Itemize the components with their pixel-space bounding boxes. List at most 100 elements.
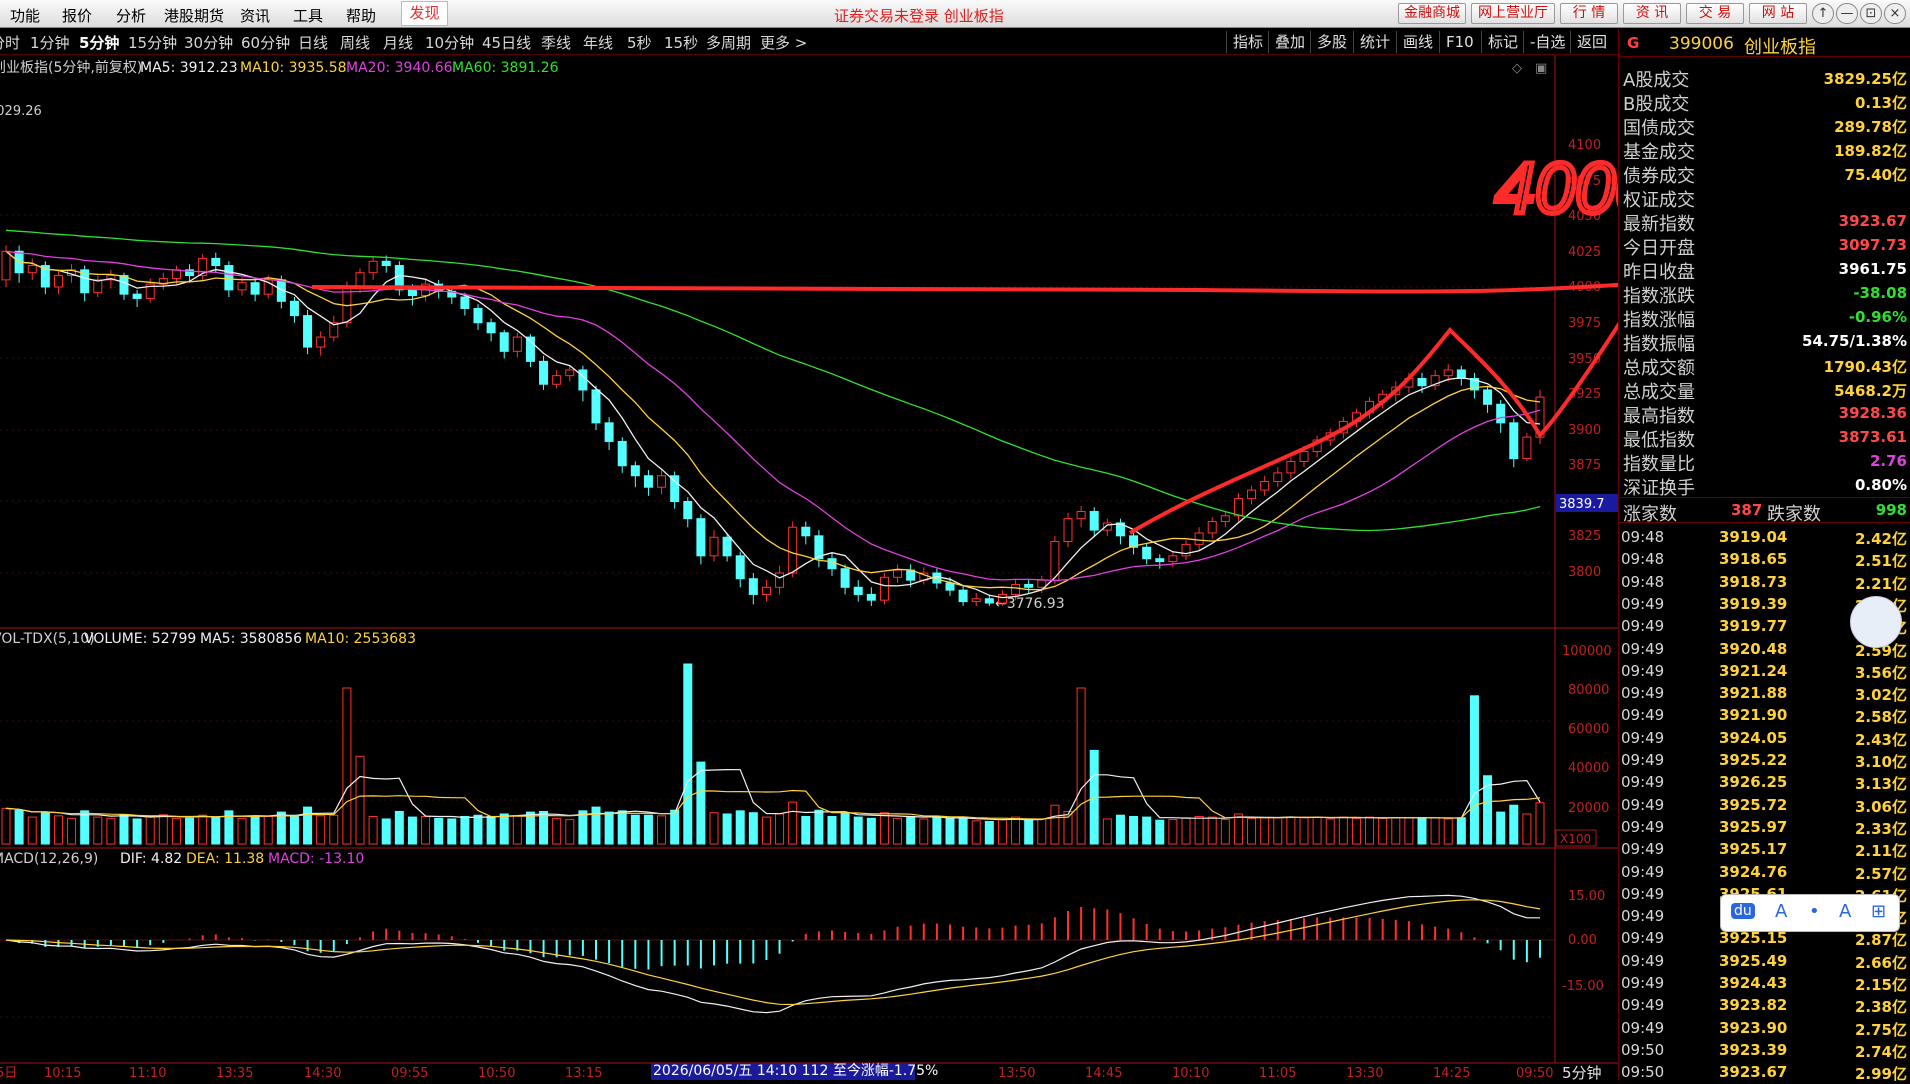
menu-news[interactable]: 资讯 xyxy=(240,5,270,26)
tool-draw-line[interactable]: 画线 xyxy=(1396,31,1433,53)
volume-tick: 60000 xyxy=(1568,722,1609,737)
trade-row[interactable]: 09:49 3925.22 3.10亿 xyxy=(1619,749,1910,771)
trade-time: 09:49 xyxy=(1621,951,1665,970)
period-15sec[interactable]: 15秒 xyxy=(664,32,698,53)
candle-body xyxy=(1233,498,1243,517)
period-10min[interactable]: 10分钟 xyxy=(425,32,474,53)
period-5sec[interactable]: 5秒 xyxy=(627,32,652,53)
volume-bar xyxy=(40,811,50,845)
panel-toggle-icon[interactable]: ▣ xyxy=(1535,61,1547,76)
volume-bar xyxy=(421,815,431,845)
restore-icon[interactable]: ⊡ xyxy=(1860,3,1882,24)
period-monthly[interactable]: 月线 xyxy=(383,32,413,53)
period-more[interactable]: 更多 > xyxy=(760,32,807,53)
finance-mall-button[interactable]: 金融商城 xyxy=(1398,3,1466,24)
period-60min[interactable]: 60分钟 xyxy=(241,32,290,53)
volume-bar xyxy=(748,812,758,845)
trade-row[interactable]: 09:48 3918.73 2.21亿 xyxy=(1619,571,1910,593)
trade-row[interactable]: 09:49 3924.43 2.15亿 xyxy=(1619,972,1910,994)
trade-row[interactable]: 09:49 3921.90 2.58亿 xyxy=(1619,704,1910,726)
tool-indicator[interactable]: 指标 xyxy=(1226,31,1263,53)
baidu-icon[interactable]: du xyxy=(1731,903,1755,919)
trade-row[interactable]: 09:49 3923.82 2.38亿 xyxy=(1619,994,1910,1016)
volume-bar xyxy=(158,814,168,845)
period-15min[interactable]: 15分钟 xyxy=(128,32,177,53)
info-button[interactable]: 资 讯 xyxy=(1623,3,1681,24)
dots-icon[interactable]: • xyxy=(1809,901,1820,922)
menu-hk-futures[interactable]: 港股期货 xyxy=(164,5,224,26)
trade-row[interactable]: 09:50 3923.39 2.74亿 xyxy=(1619,1039,1910,1061)
volume-bar xyxy=(276,811,286,845)
close-icon[interactable]: × xyxy=(1884,3,1906,24)
volume-bar xyxy=(565,819,575,845)
candle-body xyxy=(460,296,470,309)
trade-row[interactable]: 09:49 3925.49 2.66亿 xyxy=(1619,950,1910,972)
volume-bar xyxy=(447,818,457,845)
candle-body xyxy=(119,275,129,295)
trade-row[interactable]: 09:49 3926.25 3.13亿 xyxy=(1619,771,1910,793)
candle-body xyxy=(499,332,509,352)
quote-row-value: -38.08 xyxy=(1853,284,1907,302)
menu-function[interactable]: 功能 xyxy=(10,5,40,26)
period-daily[interactable]: 日线 xyxy=(298,32,328,53)
menu-help[interactable]: 帮助 xyxy=(346,5,376,26)
trade-row[interactable]: 09:49 3924.76 2.57亿 xyxy=(1619,861,1910,883)
trade-price: 3918.73 xyxy=(1719,572,1788,591)
candle-body xyxy=(1443,369,1453,377)
period-weekly[interactable]: 周线 xyxy=(340,32,370,53)
diamond-icon[interactable]: ◇ xyxy=(1512,61,1522,76)
trade-row[interactable]: 09:49 3923.90 2.75亿 xyxy=(1619,1017,1910,1039)
trade-button[interactable]: 交 易 xyxy=(1686,3,1744,24)
period-1min[interactable]: 1分钟 xyxy=(30,32,70,53)
period-timeshare[interactable]: 分时 xyxy=(0,32,20,53)
trade-price: 3925.97 xyxy=(1719,817,1788,836)
trade-time: 09:49 xyxy=(1621,639,1665,658)
period-multi[interactable]: 多周期 xyxy=(706,32,751,53)
volume-bar xyxy=(381,818,391,845)
volume-bar xyxy=(958,817,968,845)
assistant-avatar-icon[interactable] xyxy=(1850,596,1902,648)
tool-f10[interactable]: F10 xyxy=(1439,31,1474,53)
volume-bar xyxy=(893,817,903,845)
trade-row[interactable]: 09:49 3921.88 3.02亿 xyxy=(1619,682,1910,704)
trade-row[interactable]: 09:48 3919.04 2.42亿 xyxy=(1619,526,1910,548)
tool-mark[interactable]: 标记 xyxy=(1481,31,1518,53)
volume-bar xyxy=(1338,816,1348,845)
grid-icon[interactable]: ⊞ xyxy=(1871,901,1886,922)
tool-multi-stock[interactable]: 多股 xyxy=(1310,31,1347,53)
discover-button[interactable]: 发现 xyxy=(401,1,448,26)
period-quarterly[interactable]: 季线 xyxy=(541,32,571,53)
tool-watchlist[interactable]: -自选 xyxy=(1523,31,1565,53)
trade-volume: 2.43亿 xyxy=(1854,730,1907,749)
pin-icon[interactable]: ↑ xyxy=(1812,3,1834,24)
period-30min[interactable]: 30分钟 xyxy=(184,32,233,53)
quote-row-value: 189.82亿 xyxy=(1834,142,1907,160)
tool-overlay[interactable]: 叠加 xyxy=(1268,31,1305,53)
tool-statistics[interactable]: 统计 xyxy=(1353,31,1390,53)
period-yearly[interactable]: 年线 xyxy=(583,32,613,53)
market-button[interactable]: 行 情 xyxy=(1560,3,1618,24)
trade-row[interactable]: 09:49 3925.97 2.33亿 xyxy=(1619,816,1910,838)
tool-back[interactable]: 返回 xyxy=(1570,31,1607,53)
menu-quote[interactable]: 报价 xyxy=(62,5,92,26)
website-button[interactable]: 网 站 xyxy=(1749,3,1807,24)
trade-row[interactable]: 09:49 3921.24 3.56亿 xyxy=(1619,660,1910,682)
trade-row[interactable]: 09:48 3918.65 2.51亿 xyxy=(1619,548,1910,570)
online-hall-button[interactable]: 网上营业厅 xyxy=(1471,3,1555,24)
kline-chart[interactable]: 创业板指(5分钟,前复权) MA5: 3912.23 MA10: 3935.58… xyxy=(0,55,1618,1080)
candle-body xyxy=(93,279,103,294)
trade-row[interactable]: 09:49 3925.17 2.11亿 xyxy=(1619,838,1910,860)
period-5min[interactable]: 5分钟 xyxy=(79,32,119,53)
trade-row[interactable]: 09:49 3925.72 3.06亿 xyxy=(1619,794,1910,816)
trade-time: 09:49 xyxy=(1621,884,1665,903)
volume-bar xyxy=(368,815,378,845)
candle-body xyxy=(1509,422,1519,460)
menu-analysis[interactable]: 分析 xyxy=(116,5,146,26)
menu-tools[interactable]: 工具 xyxy=(293,5,323,26)
text-icon[interactable]: A xyxy=(1775,901,1787,922)
trade-row[interactable]: 09:49 3924.05 2.43亿 xyxy=(1619,727,1910,749)
ai-icon[interactable]: A xyxy=(1839,901,1851,922)
candle-body xyxy=(788,526,798,574)
period-45day[interactable]: 45日线 xyxy=(482,32,531,53)
minimize-icon[interactable]: — xyxy=(1836,3,1858,24)
